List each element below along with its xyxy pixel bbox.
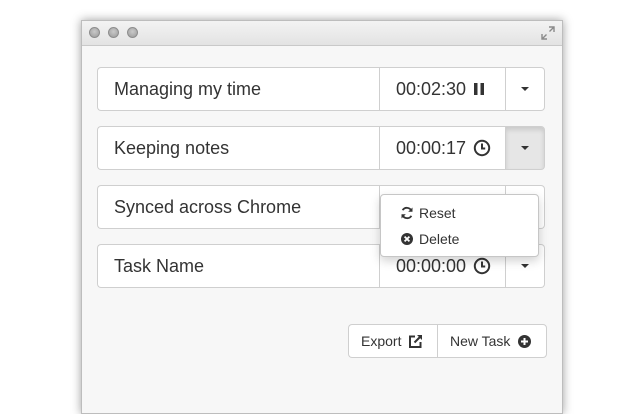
refresh-icon	[400, 206, 419, 220]
delete-label: Delete	[419, 231, 460, 247]
delete-menu-item[interactable]: Delete	[400, 229, 459, 249]
clock-icon	[473, 139, 491, 157]
caret-down-icon	[521, 87, 529, 91]
task-menu-button[interactable]	[506, 126, 545, 170]
close-window-button[interactable]	[89, 27, 100, 38]
new-task-label: New Task	[450, 333, 511, 349]
task-name[interactable]: Synced across Chrome	[97, 185, 379, 229]
task-row: Managing my time 00:02:30	[97, 67, 545, 111]
task-list: Managing my time 00:02:30 Keeping notes …	[82, 46, 562, 413]
minimize-window-button[interactable]	[108, 27, 119, 38]
task-name[interactable]: Managing my time	[97, 67, 379, 111]
task-name[interactable]: Task Name	[97, 244, 379, 288]
task-time: 00:00:00	[396, 255, 467, 276]
caret-down-icon	[521, 146, 529, 150]
app-window: Managing my time 00:02:30 Keeping notes …	[81, 20, 563, 414]
new-task-button[interactable]: New Task	[437, 324, 547, 358]
pause-icon	[473, 82, 485, 96]
zoom-window-button[interactable]	[127, 27, 138, 38]
caret-down-icon	[521, 264, 529, 268]
title-bar	[82, 21, 562, 46]
remove-circle-icon	[400, 232, 419, 246]
task-row: Keeping notes 00:00:17	[97, 126, 545, 170]
expand-icon[interactable]	[540, 25, 556, 41]
clock-icon	[473, 257, 491, 275]
reset-menu-item[interactable]: Reset	[400, 203, 456, 223]
task-timer-toggle[interactable]: 00:00:17	[379, 126, 506, 170]
reset-label: Reset	[419, 205, 456, 221]
export-button[interactable]: Export	[348, 324, 437, 358]
export-label: Export	[361, 333, 402, 349]
task-time: 00:00:17	[396, 137, 467, 158]
external-link-icon	[401, 334, 423, 349]
task-name[interactable]: Keeping notes	[97, 126, 379, 170]
task-time: 00:02:30	[396, 78, 467, 99]
task-menu-button[interactable]	[506, 67, 545, 111]
task-dropdown-menu: Reset Delete	[380, 194, 539, 257]
footer-buttons: Export New Task	[348, 324, 547, 358]
plus-circle-icon	[510, 334, 532, 349]
task-timer-toggle[interactable]: 00:02:30	[379, 67, 506, 111]
